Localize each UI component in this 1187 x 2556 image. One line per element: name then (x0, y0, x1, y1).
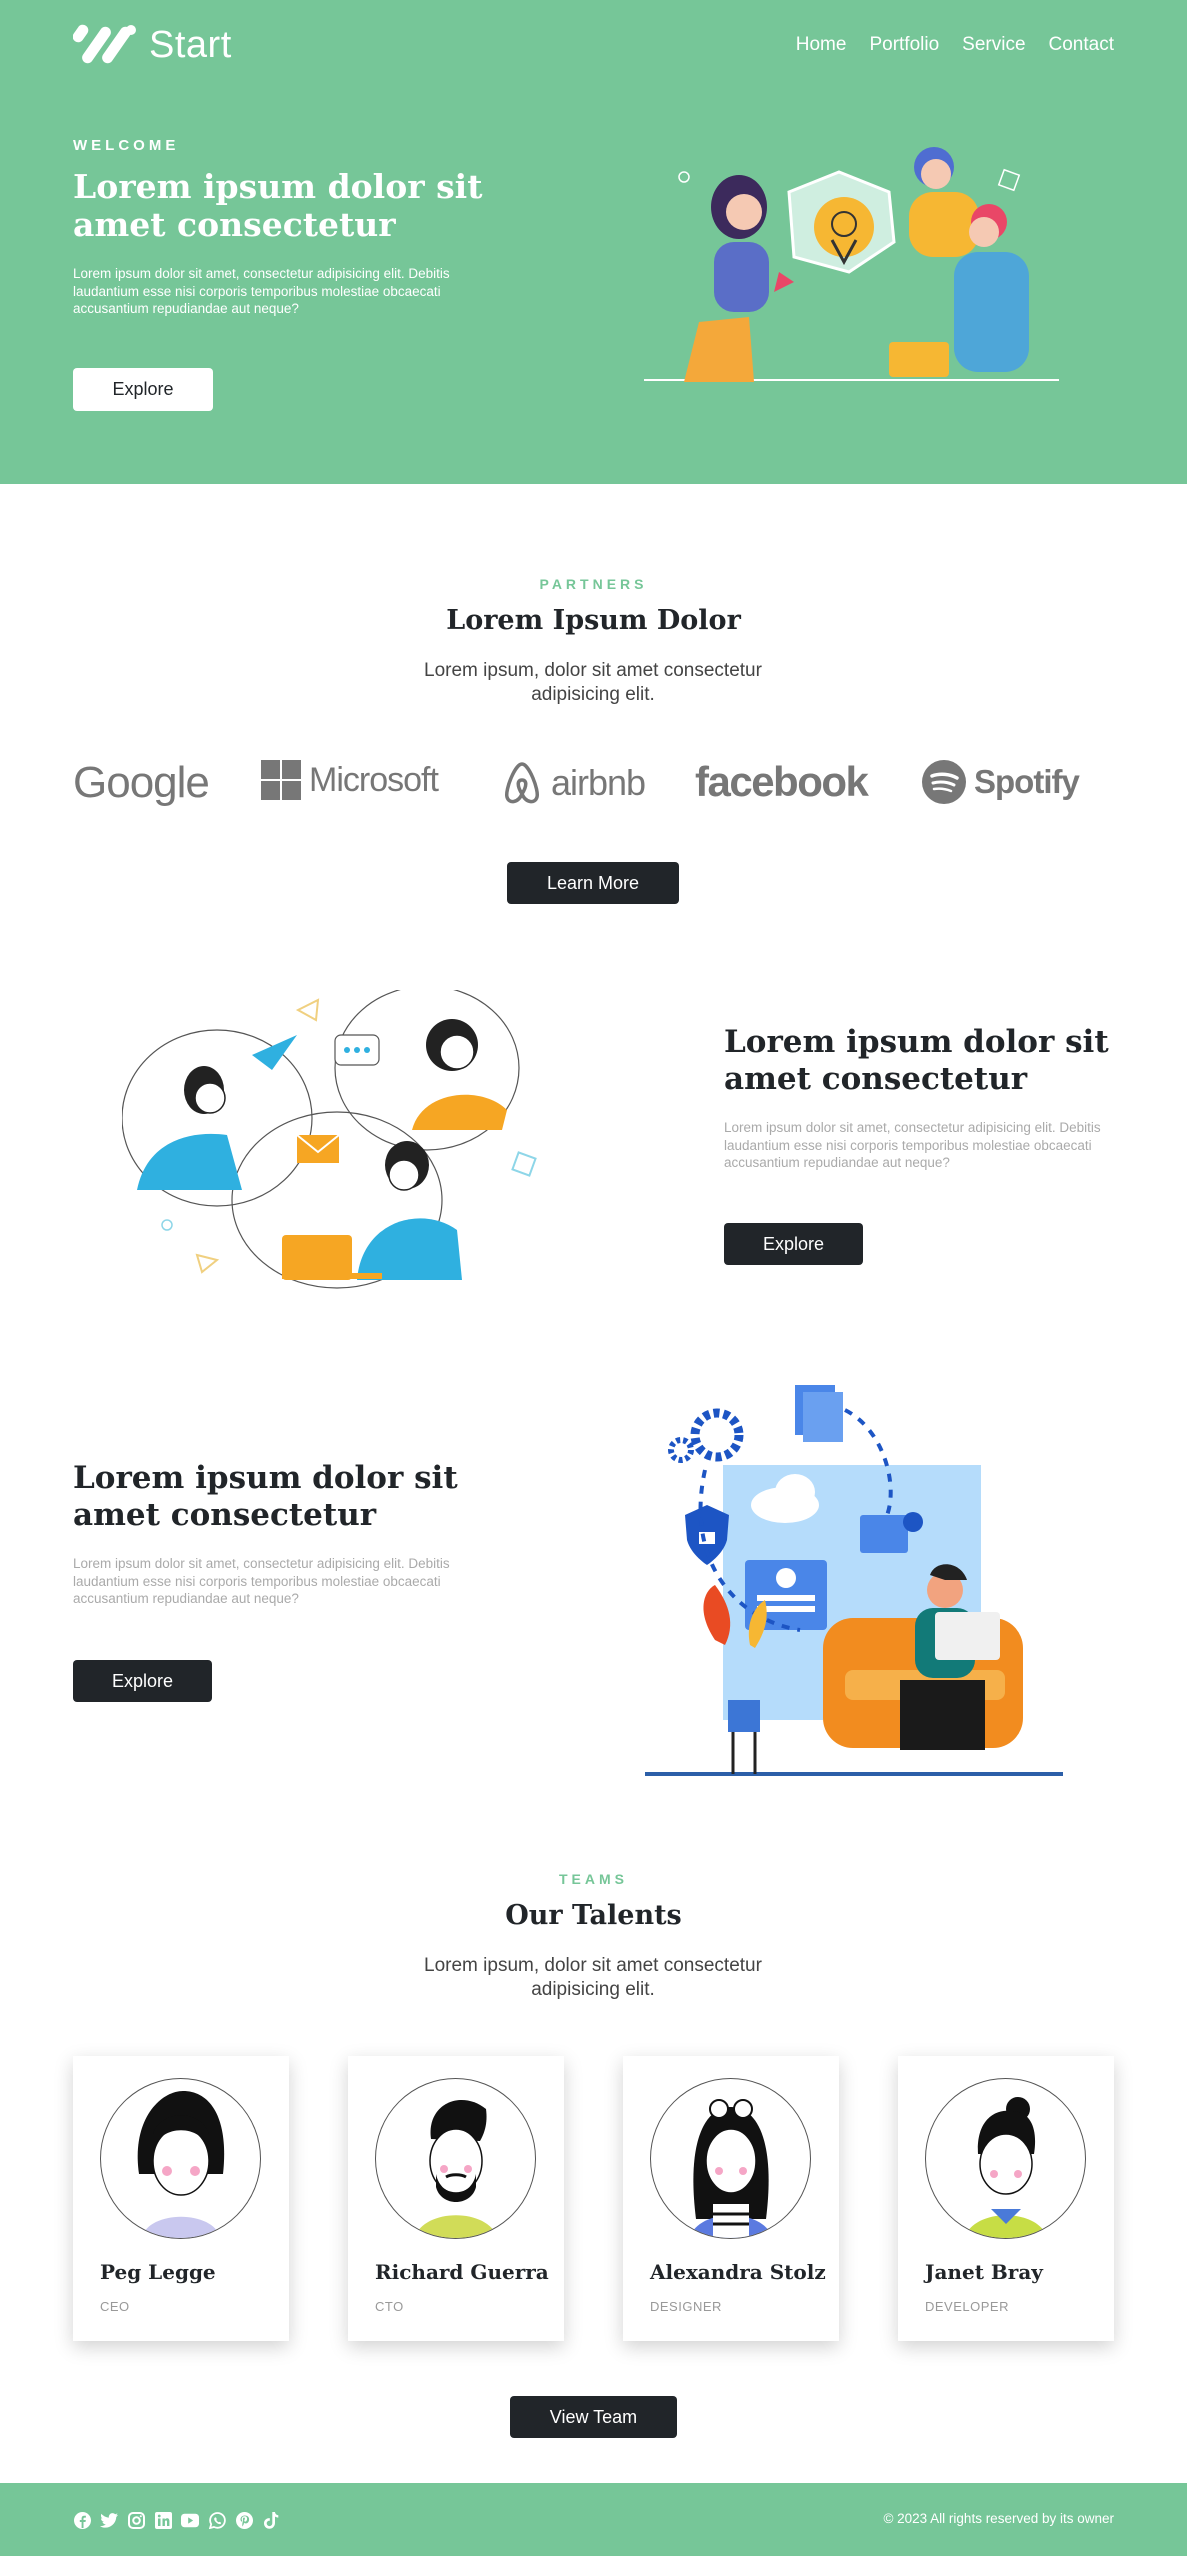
member-name: Richard Guerra (375, 2260, 549, 2284)
partner-logo-google: Google (73, 758, 210, 808)
pinterest-icon[interactable] (235, 2511, 253, 2529)
microsoft-icon (261, 760, 301, 800)
partners-eyebrow: PARTNERS (539, 576, 648, 592)
team-card[interactable]: Peg Legge CEO (73, 2056, 289, 2341)
avatar-peg-legge (137, 2091, 225, 2238)
hero-team-illustration (644, 147, 1059, 382)
feature1-explore-button[interactable]: Explore (724, 1223, 863, 1265)
avatar-alexandra-stolz (689, 2099, 773, 2238)
team-subtitle: Lorem ipsum, dolor sit amet consectetur … (424, 1955, 762, 2000)
partner-google-text: Google (73, 758, 210, 807)
hero-eyebrow: WELCOME (73, 137, 180, 154)
feature1-title: Lorem ipsum dolor sit amet consectetur (724, 1024, 1109, 1097)
partner-facebook-text: facebook (695, 758, 869, 805)
partner-airbnb-text: airbnb (551, 762, 646, 803)
nav-link-service[interactable]: Service (962, 34, 1025, 56)
avatar (100, 2078, 261, 2239)
feature1-text: Lorem ipsum dolor sit amet, consectetur … (724, 1120, 1101, 1170)
avatar (650, 2078, 811, 2239)
avatar-richard-guerra (414, 2100, 498, 2238)
partner-logo-facebook: facebook (695, 758, 869, 806)
partners-subtitle: Lorem ipsum, dolor sit amet consectetur … (424, 660, 762, 705)
team-card[interactable]: Richard Guerra CTO (348, 2056, 564, 2341)
brand-name: Start (149, 23, 232, 66)
airbnb-icon (505, 762, 539, 804)
member-role: DESIGNER (650, 2299, 722, 2314)
hero-text: Lorem ipsum dolor sit amet, consectetur … (73, 266, 450, 316)
member-role: CTO (375, 2299, 404, 2314)
main-nav: Home Portfolio Service Contact (796, 34, 1114, 56)
partner-logo-airbnb: airbnb (501, 760, 646, 806)
hero-explore-button[interactable]: Explore (73, 368, 213, 411)
nav-link-contact[interactable]: Contact (1049, 34, 1114, 56)
member-role: DEVELOPER (925, 2299, 1009, 2314)
copyright-text: © 2023 All rights reserved by its owner (883, 2511, 1114, 2526)
footer: © 2023 All rights reserved by its owner (0, 2483, 1187, 2556)
partner-logo-microsoft: Microsoft (261, 760, 439, 800)
tiktok-icon[interactable] (262, 2511, 280, 2529)
avatar (925, 2078, 1086, 2239)
partner-logo-spotify: Spotify (922, 760, 1080, 804)
hero-section: Start Home Portfolio Service Contact WEL… (0, 0, 1187, 484)
twitter-icon[interactable] (100, 2511, 118, 2529)
team-eyebrow: TEAMS (559, 1871, 628, 1887)
partners-title: Lorem Ipsum Dolor (446, 605, 741, 636)
whatsapp-icon[interactable] (208, 2511, 226, 2529)
team-card[interactable]: Janet Bray DEVELOPER (898, 2056, 1114, 2341)
social-links (73, 2511, 280, 2529)
avatar-janet-bray (964, 2097, 1048, 2238)
member-role: CEO (100, 2299, 130, 2314)
linkedin-icon[interactable] (154, 2511, 172, 2529)
communication-illustration (122, 990, 537, 1289)
member-name: Peg Legge (100, 2260, 216, 2284)
learn-more-button[interactable]: Learn More (507, 862, 679, 904)
partner-logos: Google Microsoft airbnb facebook Spotify (73, 750, 1114, 820)
avatar (375, 2078, 536, 2239)
view-team-button[interactable]: View Team (510, 2396, 677, 2438)
member-name: Janet Bray (925, 2260, 1043, 2284)
youtube-icon[interactable] (181, 2511, 199, 2529)
logo-icon (73, 24, 136, 64)
team-title: Our Talents (505, 1900, 682, 1931)
feature2-explore-button[interactable]: Explore (73, 1660, 212, 1702)
hero-title: Lorem ipsum dolor sit amet consectetur (73, 167, 483, 244)
facebook-icon[interactable] (73, 2511, 91, 2529)
feature2-title: Lorem ipsum dolor sit amet consectetur (73, 1460, 458, 1533)
spotify-icon (922, 760, 966, 804)
team-card[interactable]: Alexandra Stolz DESIGNER (623, 2056, 839, 2341)
instagram-icon[interactable] (127, 2511, 145, 2529)
cloud-security-illustration (645, 1385, 1063, 1776)
member-name: Alexandra Stolz (650, 2260, 826, 2284)
feature2-text: Lorem ipsum dolor sit amet, consectetur … (73, 1556, 450, 1606)
nav-link-portfolio[interactable]: Portfolio (869, 34, 939, 56)
partner-microsoft-text: Microsoft (309, 760, 439, 799)
nav-link-home[interactable]: Home (796, 34, 847, 56)
partner-spotify-text: Spotify (974, 763, 1080, 800)
brand-logo[interactable]: Start (73, 22, 232, 68)
